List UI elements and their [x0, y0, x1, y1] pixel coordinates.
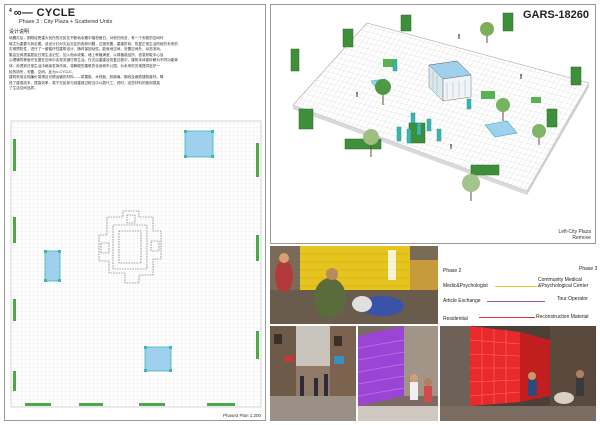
legend: Phase 2 Phase 3 Medic&Psychologist Commu… [441, 248, 598, 324]
photo-residential-scene [440, 326, 596, 421]
axonometric-panel: GARS-18260 Left-City Plaza Remove [270, 4, 596, 244]
description-heading: 设计说明 [9, 29, 30, 35]
sheet-number: 4 [9, 8, 12, 14]
photo-exchange-scene [358, 326, 438, 421]
plan-unit [44, 250, 61, 282]
project-code: GARS-18260 [522, 9, 589, 21]
tree-icon [462, 174, 480, 201]
axonometric-drawing [290, 12, 590, 201]
axonometric-caption-line: Remove [572, 235, 591, 241]
title-block: 4 ∞— CYCLE Phase 3 : City Plaza + Scatte… [9, 7, 261, 92]
left-panel: 4 ∞— CYCLE Phase 3 : City Plaza + Scatte… [4, 4, 266, 421]
plan-unit [144, 346, 172, 372]
legend-right-medic: Community Medical &Psychological Center [538, 277, 589, 289]
legend-item-residential: Residential [443, 316, 468, 322]
photo-street-scene-image [270, 326, 356, 421]
tree-icon [480, 22, 494, 43]
photo-street-scene [270, 326, 356, 421]
photo-exchange-scene-image [358, 326, 438, 421]
legend-right-exchange: Tour Operator [557, 296, 588, 302]
photo-medic-scene-image [270, 246, 438, 324]
axonometric-caption: Left-City Plaza Remove [558, 229, 591, 241]
photo-medic-scene [270, 246, 438, 324]
legend-item-medic: Medic&Psychologist [443, 283, 488, 289]
legend-right-residential: Reconstruction Material [536, 314, 589, 320]
plan-caption: Phase3 Plan 1:200 [222, 413, 261, 418]
legend-line-residential [479, 317, 535, 319]
phase3-plan-drawing [10, 120, 262, 408]
legend-item-exchange: Article Exchange [443, 298, 481, 304]
legend-phase3: Phase 3 [579, 266, 598, 272]
page-subtitle: Phase 3 : City Plaza + Scattered Units [19, 19, 113, 25]
page-title: ∞— CYCLE [13, 7, 76, 19]
description-body: 地震灾后，刚刚经受重大创伤的灾民在不断地余震中惶恐度日。对他们而言，有一个安稳的… [9, 36, 261, 92]
legend-phase2: Phase 2 [443, 268, 462, 274]
legend-line-medic [495, 286, 537, 288]
legend-line-exchange [487, 301, 545, 303]
plan-unit [184, 130, 214, 158]
description-line: 了生活空间品质。 [9, 86, 38, 91]
photo-residential-scene-image [440, 326, 596, 421]
